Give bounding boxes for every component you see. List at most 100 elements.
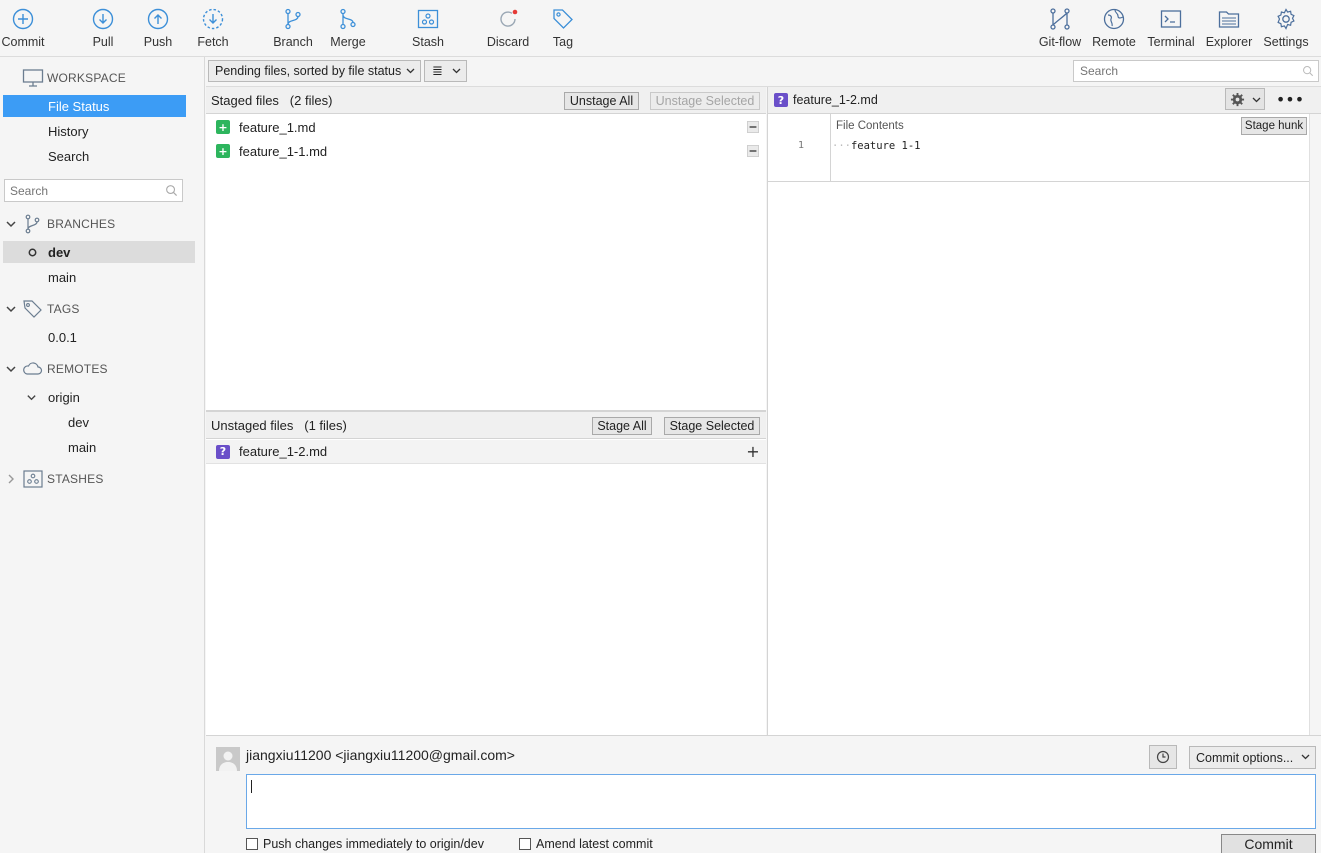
- commit-button[interactable]: Commit: [1221, 834, 1316, 853]
- remotes-title: REMOTES: [47, 362, 108, 376]
- sidebar-item-search[interactable]: Search: [3, 145, 186, 167]
- discard-icon: [500, 9, 518, 27]
- staged-file-row[interactable]: + feature_1-1.md: [206, 139, 766, 163]
- sidebar-item-file-status[interactable]: File Status: [3, 95, 186, 117]
- diff-file-name: feature_1-2.md: [793, 93, 878, 107]
- push-toolbar-label: Push: [143, 35, 173, 49]
- stash-icon: [417, 9, 439, 29]
- staged-files-pane: Staged files (2 files) Unstage All Unsta…: [206, 87, 766, 410]
- git-flow-toolbar-button[interactable]: Git-flow: [1035, 0, 1085, 56]
- file-name: feature_1-1.md: [239, 143, 328, 159]
- chevron-down-icon: [1252, 97, 1261, 103]
- file-search-box: [1073, 60, 1319, 82]
- diff-hunk: File Contents Stage hunk 1 ···feature 1-…: [768, 114, 1309, 182]
- diff-options-button[interactable]: [1225, 88, 1265, 110]
- commit-options-label: Commit options...: [1196, 750, 1294, 765]
- sourcetree-window: Commit Pull Push Fetch Branch Merge Stas…: [0, 0, 1321, 853]
- sidebar-item-label: Search: [48, 148, 90, 164]
- view-mode-dropdown[interactable]: ≣: [424, 60, 467, 82]
- commit-author: jiangxiu11200 <jiangxiu11200@gmail.com>: [246, 747, 515, 763]
- workspace-section-header[interactable]: WORKSPACE: [0, 67, 200, 89]
- current-branch-icon: [28, 248, 37, 257]
- discard-toolbar-button[interactable]: Discard: [484, 0, 532, 56]
- explorer-toolbar-label: Explorer: [1205, 35, 1253, 49]
- terminal-toolbar-label: Terminal: [1147, 35, 1195, 49]
- stage-all-button[interactable]: Stage All: [592, 417, 652, 435]
- staged-files-header: Staged files (2 files) Unstage All Unsta…: [206, 87, 766, 114]
- sort-dropdown[interactable]: Pending files, sorted by file status: [208, 60, 421, 82]
- tags-section-header[interactable]: TAGS: [0, 298, 200, 320]
- amend-commit-label: Amend latest commit: [536, 837, 653, 851]
- explorer-toolbar-button[interactable]: Explorer: [1204, 0, 1254, 56]
- unstage-file-icon[interactable]: [746, 120, 760, 134]
- added-file-icon: +: [216, 144, 230, 158]
- terminal-toolbar-button[interactable]: Terminal: [1145, 0, 1197, 56]
- workspace-title: WORKSPACE: [47, 71, 126, 85]
- sidebar-item-history[interactable]: History: [3, 120, 186, 142]
- remote-branch-label: dev: [68, 414, 89, 430]
- settings-toolbar-label: Settings: [1263, 35, 1309, 49]
- push-immediately-checkbox[interactable]: Push changes immediately to origin/dev: [246, 837, 484, 851]
- pull-toolbar-button[interactable]: Pull: [85, 0, 121, 56]
- merge-toolbar-label: Merge: [330, 35, 366, 49]
- git-flow-toolbar-label: Git-flow: [1038, 35, 1082, 49]
- pull-icon: [92, 8, 114, 30]
- more-options-icon[interactable]: •••: [1276, 88, 1304, 110]
- tag-label: 0.0.1: [48, 329, 77, 345]
- gear-icon: [1277, 8, 1295, 30]
- stash-icon: [23, 470, 43, 488]
- fetch-toolbar-button[interactable]: Fetch: [193, 0, 233, 56]
- added-file-icon: +: [216, 120, 230, 134]
- stage-hunk-button[interactable]: Stage hunk: [1241, 117, 1307, 135]
- stage-file-icon[interactable]: +: [746, 442, 760, 461]
- settings-toolbar-button[interactable]: Settings: [1261, 0, 1311, 56]
- unstaged-file-row[interactable]: ? feature_1-2.md +: [206, 440, 766, 464]
- file-name: feature_1-2.md: [239, 444, 328, 459]
- chevron-right-icon: [8, 474, 14, 484]
- pull-toolbar-label: Pull: [92, 35, 114, 49]
- sidebar-item-branch-dev[interactable]: dev: [3, 241, 195, 263]
- unstage-all-button[interactable]: Unstage All: [564, 92, 639, 110]
- unstage-file-icon[interactable]: [746, 144, 760, 158]
- remote-toolbar-button[interactable]: Remote: [1090, 0, 1138, 56]
- unstaged-files-pane: Unstaged files (1 files) Stage All Stage…: [206, 412, 766, 735]
- merge-toolbar-button[interactable]: Merge: [326, 0, 370, 56]
- branches-section-header[interactable]: BRANCHES: [0, 213, 200, 235]
- push-toolbar-button[interactable]: Push: [140, 0, 176, 56]
- sidebar-search-input[interactable]: [5, 180, 155, 201]
- filter-bar: Pending files, sorted by file status ≣: [206, 57, 1321, 87]
- diff-header: ? feature_1-2.md •••: [768, 87, 1321, 114]
- stage-selected-button[interactable]: Stage Selected: [664, 417, 760, 435]
- sidebar-item-remote-origin[interactable]: origin: [3, 386, 186, 408]
- sidebar-item-remote-branch-dev[interactable]: dev: [3, 411, 186, 433]
- commit-toolbar-label: Commit: [1, 35, 45, 49]
- line-number: 1: [798, 140, 805, 151]
- stash-toolbar-button[interactable]: Stash: [408, 0, 448, 56]
- commit-message-input[interactable]: [246, 774, 1316, 829]
- commit-history-button[interactable]: [1149, 745, 1177, 769]
- staged-file-row[interactable]: + feature_1.md: [206, 115, 766, 139]
- chevron-down-icon: [6, 366, 16, 373]
- branch-icon: [285, 8, 301, 30]
- diff-scrollbar[interactable]: [1309, 114, 1321, 735]
- user-icon: [216, 747, 240, 771]
- sidebar-item-branch-main[interactable]: main: [3, 266, 186, 288]
- tags-title: TAGS: [47, 302, 80, 316]
- file-name: feature_1.md: [239, 119, 316, 135]
- list-view-icon: ≣: [432, 63, 443, 78]
- sidebar-item-tag[interactable]: 0.0.1: [3, 326, 186, 348]
- amend-commit-checkbox[interactable]: Amend latest commit: [519, 837, 653, 851]
- stashes-section-header[interactable]: STASHES: [0, 468, 200, 490]
- commit-icon: [12, 8, 34, 30]
- unstage-selected-button[interactable]: Unstage Selected: [650, 92, 760, 110]
- file-search-input[interactable]: [1074, 61, 1294, 81]
- branch-toolbar-button[interactable]: Branch: [271, 0, 315, 56]
- unstaged-files-header: Unstaged files (1 files) Stage All Stage…: [206, 412, 766, 439]
- untracked-file-icon: ?: [774, 93, 788, 107]
- tag-toolbar-button[interactable]: Tag: [546, 0, 580, 56]
- commit-toolbar-button[interactable]: Commit: [0, 0, 46, 56]
- commit-options-dropdown[interactable]: Commit options...: [1189, 746, 1316, 769]
- sidebar-item-remote-branch-main[interactable]: main: [3, 436, 186, 458]
- remotes-section-header[interactable]: REMOTES: [0, 358, 200, 380]
- sidebar-search-box: [4, 179, 183, 202]
